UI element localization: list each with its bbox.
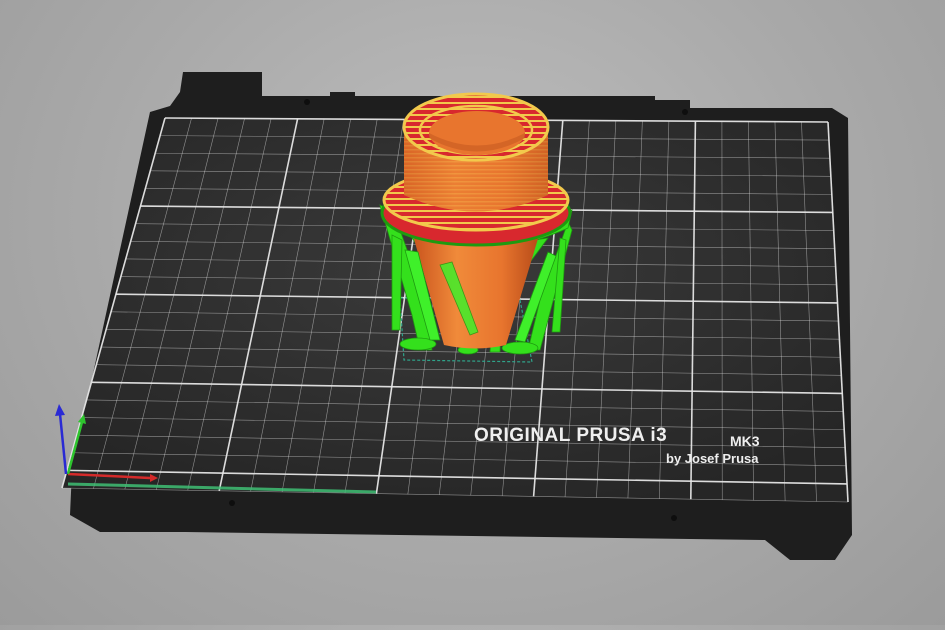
scene-canvas[interactable]: ORIGINAL PRUSA i3 MK3 by Josef Prusa — [0, 0, 945, 625]
z-axis — [60, 414, 66, 474]
bed-brand-text: ORIGINAL PRUSA i3 — [474, 425, 667, 446]
bed-maker-text: by Josef Prusa — [666, 451, 759, 466]
3d-viewport[interactable]: ORIGINAL PRUSA i3 MK3 by Josef Prusa — [0, 0, 945, 625]
bed-model-text: MK3 — [730, 433, 760, 449]
